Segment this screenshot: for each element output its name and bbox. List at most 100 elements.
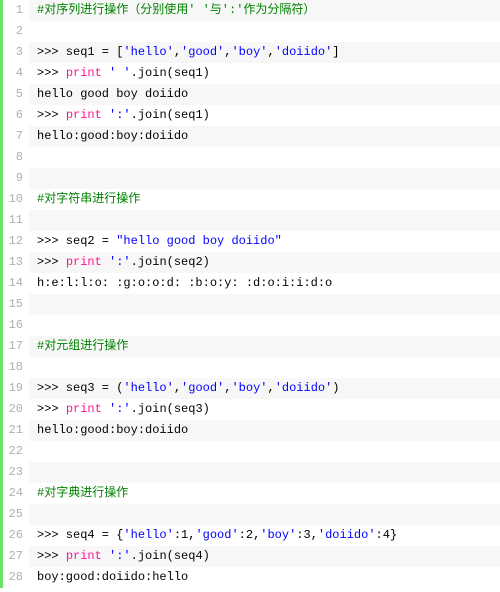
- line-number: 8: [3, 147, 29, 168]
- code-token: 'boy': [260, 528, 296, 542]
- code-token: #对字典进行操作: [37, 486, 128, 500]
- code-token: >>> seq2 =: [37, 234, 116, 248]
- line-number: 24: [3, 483, 29, 504]
- line-number: 20: [3, 399, 29, 420]
- code-token: :3,: [296, 528, 318, 542]
- code-token: ,: [267, 45, 274, 59]
- code-token: ): [332, 381, 339, 395]
- code-line: >>> seq2 = "hello good boy doiido": [29, 231, 500, 252]
- code-token: >>>: [37, 402, 66, 416]
- code-line: [29, 210, 500, 231]
- code-token: .join(seq1): [131, 66, 210, 80]
- line-number: 4: [3, 63, 29, 84]
- code-line: >>> seq3 = ('hello','good','boy','doiido…: [29, 378, 500, 399]
- code-token: #对元组进行操作: [37, 339, 128, 353]
- line-number: 3: [3, 42, 29, 63]
- code-token: >>> seq1 = [: [37, 45, 123, 59]
- code-token: h:e:l:l:o: :g:o:o:d: :b:o:y: :d:o:i:i:d:…: [37, 276, 332, 290]
- code-token: 'doiido': [318, 528, 376, 542]
- code-line: [29, 504, 500, 525]
- line-number: 27: [3, 546, 29, 567]
- line-number: 21: [3, 420, 29, 441]
- line-number: 17: [3, 336, 29, 357]
- code-token: print: [66, 66, 102, 80]
- code-line: hello:good:boy:doiido: [29, 126, 500, 147]
- code-token: >>> seq4 = {: [37, 528, 123, 542]
- code-token: boy:good:doiido:hello: [37, 570, 188, 584]
- code-token: :1,: [174, 528, 196, 542]
- code-line: hello:good:boy:doiido: [29, 420, 500, 441]
- line-number: 23: [3, 462, 29, 483]
- code-token: 'hello': [123, 45, 173, 59]
- line-number: 7: [3, 126, 29, 147]
- code-token: print: [66, 402, 102, 416]
- code-line: h:e:l:l:o: :g:o:o:d: :b:o:y: :d:o:i:i:d:…: [29, 273, 500, 294]
- line-number: 25: [3, 504, 29, 525]
- code-token: #对序列进行操作（分别使用' '与':'作为分隔符）: [37, 3, 315, 17]
- code-line: #对元组进行操作: [29, 336, 500, 357]
- code-token: [102, 402, 109, 416]
- code-token: ,: [267, 381, 274, 395]
- code-line: >>> print ' '.join(seq1): [29, 63, 500, 84]
- code-token: >>>: [37, 549, 66, 563]
- code-token: [102, 66, 109, 80]
- code-token: #对字符串进行操作: [37, 192, 140, 206]
- line-number: 12: [3, 231, 29, 252]
- line-number: 6: [3, 105, 29, 126]
- code-line: >>> seq1 = ['hello','good','boy','doiido…: [29, 42, 500, 63]
- code-token: ]: [332, 45, 339, 59]
- code-line: >>> print ':'.join(seq1): [29, 105, 500, 126]
- code-block: 1234567891011121314151617181920212223242…: [0, 0, 500, 588]
- line-number: 1: [3, 0, 29, 21]
- code-token: ':': [109, 402, 131, 416]
- code-token: [102, 255, 109, 269]
- code-token: hello good boy doiido: [37, 87, 188, 101]
- line-number: 10: [3, 189, 29, 210]
- code-token: 'hello': [123, 528, 173, 542]
- code-token: .join(seq2): [131, 255, 210, 269]
- code-token: :2,: [239, 528, 261, 542]
- code-line: #对字符串进行操作: [29, 189, 500, 210]
- code-token: 'hello': [123, 381, 173, 395]
- line-number: 11: [3, 210, 29, 231]
- code-line: boy:good:doiido:hello: [29, 567, 500, 588]
- code-token: "hello good boy doiido": [116, 234, 282, 248]
- code-line: [29, 441, 500, 462]
- code-token: ':': [109, 549, 131, 563]
- code-line: #对字典进行操作: [29, 483, 500, 504]
- code-token: 'good': [195, 528, 238, 542]
- line-number: 18: [3, 357, 29, 378]
- code-token: hello:good:boy:doiido: [37, 423, 188, 437]
- code-line: [29, 294, 500, 315]
- line-number: 22: [3, 441, 29, 462]
- code-token: ,: [174, 45, 181, 59]
- code-token: 'boy': [231, 45, 267, 59]
- code-line: [29, 21, 500, 42]
- line-number: 28: [3, 567, 29, 588]
- line-number: 5: [3, 84, 29, 105]
- code-line: >>> print ':'.join(seq3): [29, 399, 500, 420]
- code-token: >>>: [37, 255, 66, 269]
- code-token: [102, 108, 109, 122]
- code-token: print: [66, 255, 102, 269]
- code-token: 'boy': [231, 381, 267, 395]
- code-token: ':': [109, 255, 131, 269]
- code-token: print: [66, 108, 102, 122]
- code-token: .join(seq4): [131, 549, 210, 563]
- code-line: [29, 357, 500, 378]
- code-lines: #对序列进行操作（分别使用' '与':'作为分隔符） >>> seq1 = ['…: [29, 0, 500, 588]
- line-number: 16: [3, 315, 29, 336]
- code-line: [29, 147, 500, 168]
- code-line: hello good boy doiido: [29, 84, 500, 105]
- line-number: 26: [3, 525, 29, 546]
- code-line: [29, 462, 500, 483]
- code-token: ,: [174, 381, 181, 395]
- code-token: >>>: [37, 66, 66, 80]
- code-token: hello:good:boy:doiido: [37, 129, 188, 143]
- code-token: ':': [109, 108, 131, 122]
- code-line: #对序列进行操作（分别使用' '与':'作为分隔符）: [29, 0, 500, 21]
- code-line: >>> print ':'.join(seq2): [29, 252, 500, 273]
- code-token: :4}: [376, 528, 398, 542]
- line-number: 13: [3, 252, 29, 273]
- code-token: 'good': [181, 45, 224, 59]
